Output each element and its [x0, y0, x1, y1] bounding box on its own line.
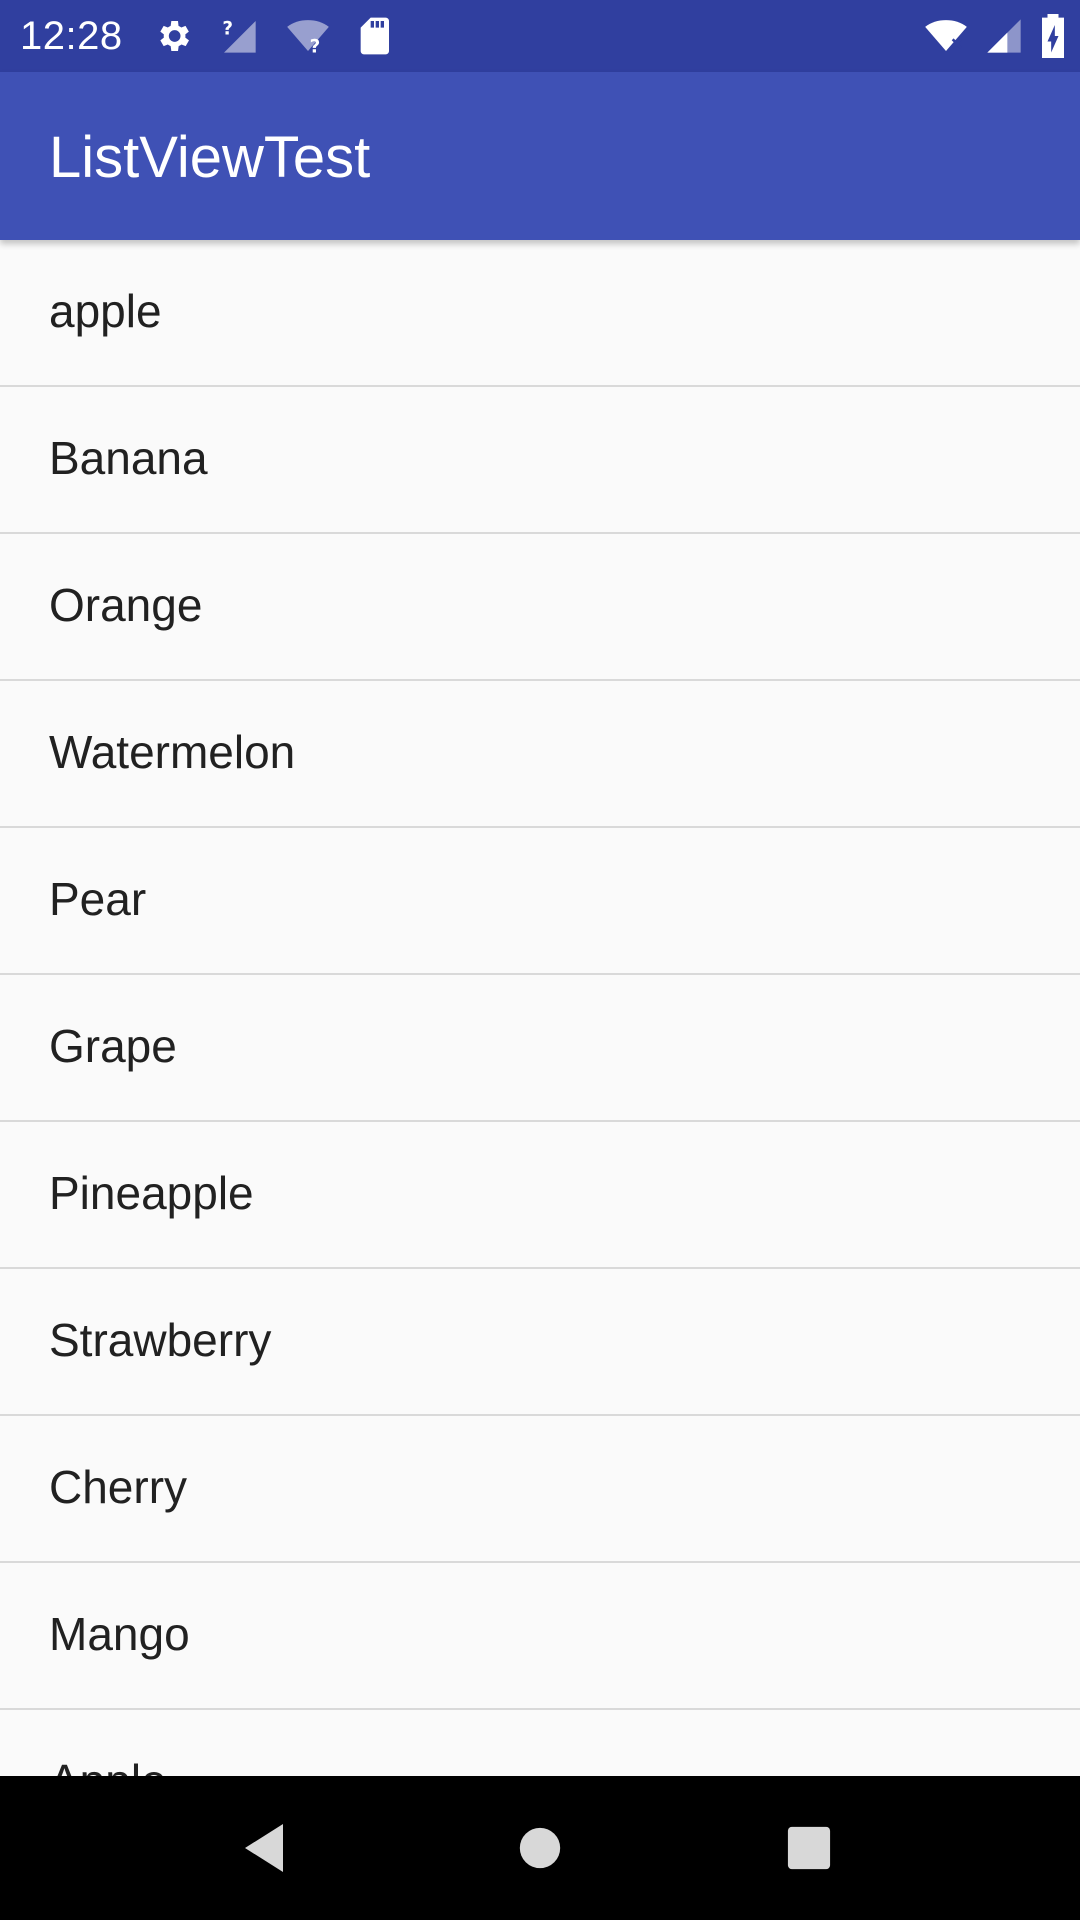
signal-icon	[984, 16, 1024, 56]
svg-text:?: ?	[309, 37, 320, 56]
list-item-label: Apple	[49, 1754, 167, 1776]
list-item[interactable]: Mango	[0, 1563, 1080, 1710]
status-bar: 12:28 ? ?	[0, 0, 1080, 72]
list-item[interactable]: Grape	[0, 975, 1080, 1122]
list-item[interactable]: Watermelon	[0, 681, 1080, 828]
battery-charging-icon	[1038, 14, 1068, 58]
list-item-label: Cherry	[49, 1461, 188, 1513]
list-item-label: Mango	[49, 1608, 190, 1660]
recents-button[interactable]	[749, 1776, 869, 1920]
settings-icon	[153, 16, 193, 56]
no-signal-icon: ?	[219, 16, 259, 56]
list-item-label: Pineapple	[49, 1167, 254, 1219]
list-item[interactable]: Pineapple	[0, 1122, 1080, 1269]
list-item-label: Orange	[49, 579, 203, 631]
list-item-label: Strawberry	[49, 1314, 272, 1366]
list-item[interactable]: Banana	[0, 387, 1080, 534]
home-icon	[518, 1826, 562, 1870]
app-bar: ListViewTest	[0, 72, 1080, 240]
status-time: 12:28	[20, 13, 123, 58]
home-button[interactable]	[480, 1776, 600, 1920]
svg-text:?: ?	[222, 18, 233, 39]
fruit-list[interactable]: apple Banana Orange Watermelon Pear Grap…	[0, 240, 1080, 1776]
list-item-label: Grape	[49, 1020, 177, 1072]
list-item-label: apple	[49, 285, 162, 337]
sd-card-icon	[357, 16, 391, 56]
list-item[interactable]: Orange	[0, 534, 1080, 681]
list-item-label: Pear	[49, 873, 147, 925]
list-item[interactable]: Apple	[0, 1710, 1080, 1776]
list-item[interactable]: apple	[0, 240, 1080, 387]
wifi-unknown-icon: ?	[285, 16, 331, 56]
list-item-label: Watermelon	[49, 726, 296, 778]
back-icon	[243, 1822, 291, 1874]
list-item[interactable]: Cherry	[0, 1416, 1080, 1563]
back-button[interactable]	[207, 1776, 327, 1920]
list-item[interactable]: Strawberry	[0, 1269, 1080, 1416]
wifi-icon	[922, 16, 970, 56]
navigation-bar	[0, 1776, 1080, 1920]
page-title: ListViewTest	[49, 125, 371, 190]
recents-icon	[786, 1825, 832, 1871]
list-item-label: Banana	[49, 432, 208, 484]
list-item[interactable]: Pear	[0, 828, 1080, 975]
